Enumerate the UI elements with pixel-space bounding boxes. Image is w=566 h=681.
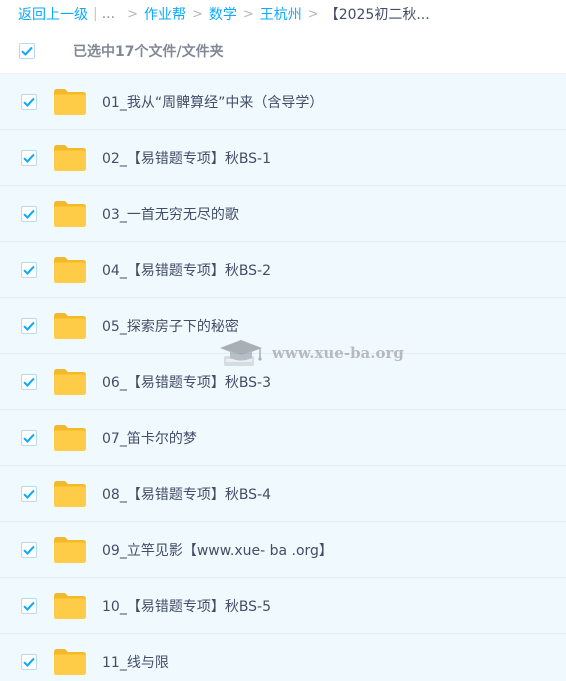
- file-row[interactable]: 05_探索房子下的秘密: [0, 298, 566, 354]
- folder-icon: [54, 88, 86, 115]
- select-all-checkbox[interactable]: [19, 42, 35, 59]
- folder-icon: [54, 592, 86, 619]
- file-list: 01_我从“周髀算经”中来（含导学） 02_【易错题专项】秋BS-1 03_一首无穷…: [0, 74, 566, 681]
- checkbox-checked-icon: [23, 545, 35, 555]
- file-name[interactable]: 04_【易错题专项】秋BS-2: [102, 260, 271, 280]
- breadcrumb-item-math[interactable]: 数学: [209, 4, 237, 24]
- folder-icon: [54, 480, 86, 507]
- checkbox-checked-icon: [23, 489, 35, 499]
- file-checkbox[interactable]: [21, 597, 37, 614]
- file-checkbox[interactable]: [21, 261, 37, 278]
- file-name[interactable]: 09_立竿见影【www.xue- ba .org】: [102, 540, 333, 560]
- checkbox-checked-icon: [23, 209, 35, 219]
- breadcrumb-ellipsis[interactable]: ...: [102, 6, 115, 22]
- breadcrumb-pipe: |: [93, 6, 98, 22]
- file-row[interactable]: 08_【易错题专项】秋BS-4: [0, 466, 566, 522]
- file-row[interactable]: 04_【易错题专项】秋BS-2: [0, 242, 566, 298]
- folder-icon: [54, 536, 86, 563]
- file-browser: 返回上一级 | ... > 作业帮 > 数学 > 王杭州 > 【2025初二秋.…: [0, 0, 566, 681]
- folder-icon: [54, 368, 86, 395]
- file-name[interactable]: 05_探索房子下的秘密: [102, 316, 239, 336]
- file-row[interactable]: 09_立竿见影【www.xue- ba .org】: [0, 522, 566, 578]
- file-checkbox[interactable]: [21, 541, 37, 558]
- file-checkbox[interactable]: [21, 93, 37, 110]
- folder-icon: [54, 424, 86, 451]
- file-row[interactable]: 03_一首无穷无尽的歌: [0, 186, 566, 242]
- file-checkbox[interactable]: [21, 485, 37, 502]
- breadcrumb-item-wanghangzhou[interactable]: 王杭州: [260, 4, 302, 24]
- file-checkbox[interactable]: [21, 205, 37, 222]
- checkbox-checked-icon: [21, 46, 33, 56]
- file-checkbox[interactable]: [21, 317, 37, 334]
- checkbox-checked-icon: [23, 321, 35, 331]
- checkbox-checked-icon: [23, 265, 35, 275]
- back-link[interactable]: 返回上一级: [18, 4, 88, 24]
- selection-count: 已选中17个文件/文件夹: [73, 43, 224, 60]
- checkbox-checked-icon: [23, 153, 35, 163]
- file-name[interactable]: 03_一首无穷无尽的歌: [102, 204, 239, 224]
- file-name[interactable]: 10_【易错题专项】秋BS-5: [102, 596, 271, 616]
- checkbox-checked-icon: [23, 377, 35, 387]
- checkbox-checked-icon: [23, 601, 35, 611]
- file-row[interactable]: 06_【易错题专项】秋BS-3: [0, 354, 566, 410]
- breadcrumb-current: 【2025初二秋...: [324, 7, 430, 23]
- folder-icon: [54, 312, 86, 339]
- folder-icon: [54, 200, 86, 227]
- file-checkbox[interactable]: [21, 149, 37, 166]
- file-row[interactable]: 07_笛卡尔的梦: [0, 410, 566, 466]
- breadcrumb: 返回上一级 | ... > 作业帮 > 数学 > 王杭州 > 【2025初二秋.…: [0, 0, 566, 28]
- file-row[interactable]: 01_我从“周髀算经”中来（含导学）: [0, 74, 566, 130]
- breadcrumb-item-zuoyebang[interactable]: 作业帮: [144, 4, 186, 24]
- file-name[interactable]: 02_【易错题专项】秋BS-1: [102, 148, 271, 168]
- file-checkbox[interactable]: [21, 373, 37, 390]
- file-row[interactable]: 10_【易错题专项】秋BS-5: [0, 578, 566, 634]
- checkbox-checked-icon: [23, 657, 35, 667]
- file-name[interactable]: 01_我从“周髀算经”中来（含导学）: [102, 92, 323, 112]
- breadcrumb-separator: >: [307, 6, 319, 22]
- file-name[interactable]: 06_【易错题专项】秋BS-3: [102, 372, 271, 392]
- file-name[interactable]: 08_【易错题专项】秋BS-4: [102, 484, 271, 504]
- folder-icon: [54, 256, 86, 283]
- file-row[interactable]: 02_【易错题专项】秋BS-1: [0, 130, 566, 186]
- file-checkbox[interactable]: [21, 429, 37, 446]
- file-checkbox[interactable]: [21, 653, 37, 670]
- folder-icon: [54, 144, 86, 171]
- breadcrumb-separator: >: [127, 6, 138, 22]
- folder-icon: [54, 648, 86, 675]
- file-name[interactable]: 07_笛卡尔的梦: [102, 428, 197, 448]
- checkbox-checked-icon: [23, 433, 35, 443]
- checkbox-checked-icon: [23, 97, 35, 107]
- selection-bar: 已选中17个文件/文件夹: [0, 28, 566, 74]
- file-row[interactable]: 11_线与限: [0, 634, 566, 681]
- breadcrumb-separator: >: [191, 6, 203, 22]
- breadcrumb-separator: >: [242, 6, 254, 22]
- file-name[interactable]: 11_线与限: [102, 652, 169, 672]
